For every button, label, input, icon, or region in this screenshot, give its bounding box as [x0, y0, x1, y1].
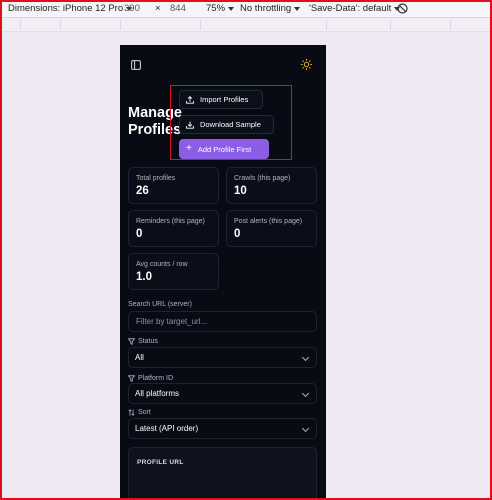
search-url-label: Search URL (server) — [128, 301, 192, 308]
platform-select-value: All platforms — [135, 389, 180, 398]
platform-label: Platform ID — [128, 375, 173, 382]
stat-value: 0 — [136, 228, 143, 240]
stat-value: 0 — [234, 228, 241, 240]
plus-icon: + — [186, 143, 192, 154]
zoom-select[interactable]: 75% — [206, 3, 235, 14]
platform-select[interactable]: All platforms — [128, 383, 317, 404]
import-profiles-label: Import Profiles — [200, 95, 249, 104]
sort-icon — [128, 409, 135, 416]
stat-label: Reminders (this page) — [136, 218, 205, 225]
upload-icon — [186, 95, 194, 104]
width-input[interactable]: 390 — [124, 3, 140, 14]
devtools-toolbar: Dimensions: iPhone 12 Pro 390 × 844 75% … — [0, 0, 492, 18]
filter-icon — [128, 375, 135, 382]
stat-card-total-profiles: Total profiles 26 — [128, 167, 219, 204]
chevron-down-icon — [228, 6, 235, 11]
chevron-down-icon — [301, 389, 310, 398]
rotate-icon[interactable] — [396, 2, 409, 15]
throttling-select[interactable]: No throttling — [240, 3, 301, 14]
status-select-value: All — [135, 353, 144, 362]
stat-value: 26 — [136, 185, 149, 197]
sort-select[interactable]: Latest (API order) — [128, 418, 317, 439]
stat-value: 1.0 — [136, 271, 152, 283]
actions-menu: Import Profiles Download Sample + Add Pr… — [170, 85, 292, 160]
chevron-down-icon — [301, 424, 310, 433]
device-ruler — [0, 18, 492, 32]
profiles-table: PROFILE URL — [128, 447, 317, 500]
import-profiles-button[interactable]: Import Profiles — [179, 90, 263, 109]
status-select[interactable]: All — [128, 347, 317, 368]
stat-label: Crawls (this page) — [234, 175, 291, 182]
save-data-value: 'Save-Data': default — [309, 3, 392, 14]
device-dimensions-label: Dimensions: iPhone 12 Pro — [8, 3, 124, 14]
stat-label: Avg counts / row — [136, 261, 188, 268]
search-url-input[interactable]: Filter by target_url... — [128, 311, 317, 332]
stat-card-avg-counts: Avg counts / row 1.0 — [128, 253, 219, 290]
chevron-down-icon — [301, 353, 310, 362]
platform-label-text: Platform ID — [138, 375, 174, 382]
download-icon — [186, 121, 194, 129]
swap-dimensions-icon[interactable]: × — [155, 3, 161, 14]
sidebar-toggle-icon[interactable] — [131, 57, 141, 75]
stat-label: Post alerts (this page) — [234, 218, 303, 225]
sort-label: Sort — [128, 409, 151, 416]
filter-icon — [128, 338, 135, 345]
app-header — [120, 45, 326, 79]
status-label: Status — [128, 338, 158, 345]
stat-label: Total profiles — [136, 175, 176, 182]
height-input[interactable]: 844 — [170, 3, 186, 14]
stat-value: 10 — [234, 185, 247, 197]
stat-card-post-alerts: Post alerts (this page) 0 — [226, 210, 317, 247]
zoom-value: 75% — [206, 3, 226, 14]
chevron-down-icon — [294, 6, 301, 11]
throttling-value: No throttling — [240, 3, 292, 14]
download-sample-label: Download Sample — [200, 120, 261, 129]
add-profile-first-button[interactable]: + Add Profile First — [179, 139, 269, 159]
stat-card-reminders: Reminders (this page) 0 — [128, 210, 219, 247]
sort-label-text: Sort — [138, 409, 151, 416]
save-data-select[interactable]: 'Save-Data': default — [309, 3, 401, 14]
status-label-text: Status — [138, 338, 158, 345]
add-profile-first-label: Add Profile First — [197, 144, 252, 154]
column-header-profile-url: PROFILE URL — [137, 459, 184, 466]
download-sample-button[interactable]: Download Sample — [179, 115, 274, 134]
sort-select-value: Latest (API order) — [135, 424, 199, 433]
device-dimensions-select[interactable]: Dimensions: iPhone 12 Pro — [8, 3, 133, 14]
sun-icon[interactable] — [301, 57, 312, 75]
stat-card-crawls: Crawls (this page) 10 — [226, 167, 317, 204]
